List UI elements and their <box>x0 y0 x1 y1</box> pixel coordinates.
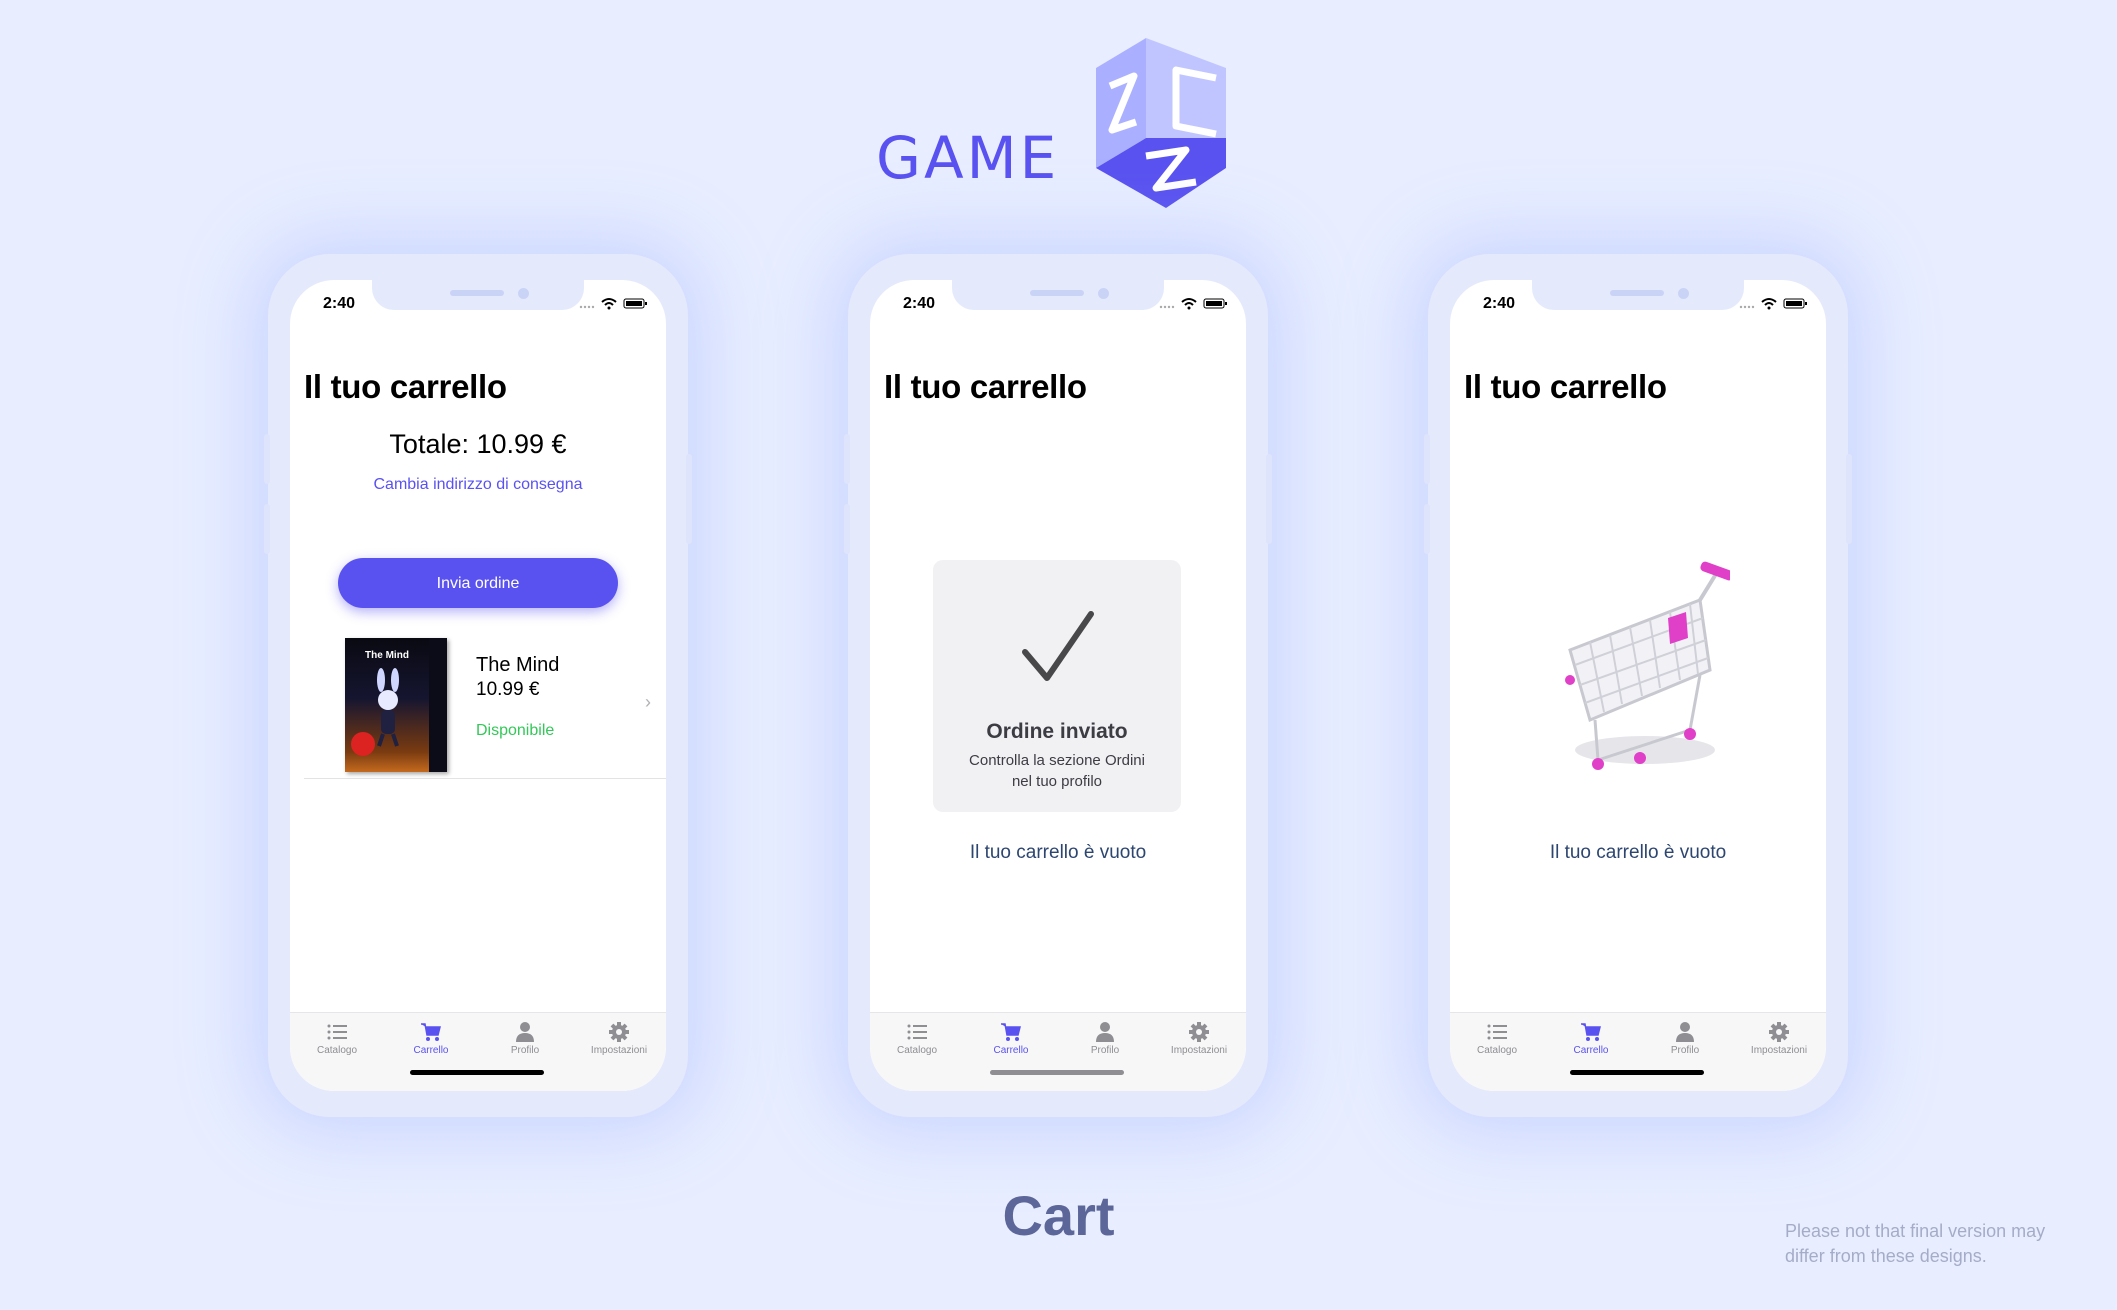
order-sent-card: Ordine inviato Controlla la sezione Ordi… <box>933 560 1181 812</box>
product-image: The Mind <box>345 638 447 772</box>
brand-wordmark: GAME <box>876 124 1060 192</box>
cart-total: Totale: 10.99 € <box>389 429 567 459</box>
tab-carrello[interactable]: Carrello <box>1544 1021 1638 1056</box>
phone-screen: 2:40 Il tuo carrello Totale: 10.99 € Cam… <box>290 280 666 1091</box>
tab-label: Impostazioni <box>1750 1045 1808 1056</box>
list-icon <box>907 1024 927 1040</box>
tab-bar: Catalogo Carrello Profilo Impostazioni <box>1450 1012 1826 1091</box>
tab-impostazioni[interactable]: Impostazioni <box>1152 1021 1246 1056</box>
phone-screen: 2:40 Il tuo carrello Il tuo carrello è v… <box>1450 280 1826 1091</box>
tab-catalogo[interactable]: Catalogo <box>290 1021 384 1056</box>
empty-cart-text: Il tuo carrello è vuoto <box>969 842 1147 863</box>
order-sent-subtitle: Controlla la sezione Ordini nel tuo prof… <box>969 752 1145 790</box>
tab-label: Catalogo <box>1476 1045 1518 1056</box>
tab-label: Carrello <box>413 1045 449 1056</box>
tab-label: Impostazioni <box>590 1045 648 1056</box>
tab-impostazioni[interactable]: Impostazioni <box>572 1021 666 1056</box>
product-price: 10.99 € <box>476 679 540 700</box>
person-icon <box>1676 1022 1694 1042</box>
cart-icon <box>1581 1023 1601 1041</box>
gear-icon <box>1189 1022 1209 1042</box>
phone-cart-with-item: 2:40 Il tuo carrello Totale: 10.99 € Cam… <box>264 254 692 1117</box>
tab-label: Profilo <box>510 1045 540 1056</box>
status-time: 2:40 <box>903 295 936 312</box>
status-icons <box>1159 298 1227 310</box>
cart-item-row[interactable]: The Mind The Mind 10.99 € Disponibile › <box>304 630 666 779</box>
home-indicator <box>1570 1070 1704 1075</box>
gear-icon <box>1769 1022 1789 1042</box>
notch <box>372 280 584 310</box>
cart-icon <box>421 1023 441 1041</box>
checkmark-icon <box>1022 611 1094 681</box>
send-order-button[interactable]: Invia ordine <box>338 558 618 608</box>
brand-logo: GAME <box>876 38 1246 218</box>
tab-impostazioni[interactable]: Impostazioni <box>1732 1021 1826 1056</box>
tab-carrello[interactable]: Carrello <box>964 1021 1058 1056</box>
tab-catalogo[interactable]: Catalogo <box>1450 1021 1544 1056</box>
box-title: The Mind <box>365 650 409 661</box>
tab-label: Catalogo <box>896 1045 938 1056</box>
tab-carrello[interactable]: Carrello <box>384 1021 478 1056</box>
home-indicator <box>990 1070 1124 1075</box>
order-sent-title: Ordine inviato <box>986 720 1128 743</box>
page-title: Il tuo carrello <box>1464 368 1667 405</box>
tab-profilo[interactable]: Profilo <box>1638 1021 1732 1056</box>
tab-label: Impostazioni <box>1170 1045 1228 1056</box>
tab-catalogo[interactable]: Catalogo <box>870 1021 964 1056</box>
status-icons <box>579 298 647 310</box>
page-title: Il tuo carrello <box>304 368 507 405</box>
zen-cube-logo-icon <box>1096 38 1226 208</box>
phone-order-sent: 2:40 Il tuo carrello Ordine inviato Cont… <box>844 254 1272 1117</box>
phone-screen: 2:40 Il tuo carrello Ordine inviato Cont… <box>870 280 1246 1091</box>
gear-icon <box>609 1022 629 1042</box>
status-time: 2:40 <box>323 295 356 312</box>
page-title: Il tuo carrello <box>884 368 1087 405</box>
list-icon <box>327 1024 347 1040</box>
disclaimer-note: Please not that final version may differ… <box>1785 1221 2046 1266</box>
home-indicator <box>410 1070 544 1075</box>
cart-icon <box>1001 1023 1021 1041</box>
person-icon <box>516 1022 534 1042</box>
tab-label: Profilo <box>1090 1045 1120 1056</box>
status-icons <box>1739 298 1807 310</box>
tab-label: Profilo <box>1670 1045 1700 1056</box>
chevron-right-icon: › <box>645 692 651 712</box>
tab-label: Carrello <box>1573 1045 1609 1056</box>
tab-label: Catalogo <box>316 1045 358 1056</box>
product-name: The Mind <box>476 654 560 676</box>
notch <box>1532 280 1744 310</box>
shopping-cart-illustration-icon <box>1565 561 1730 770</box>
notch <box>952 280 1164 310</box>
person-icon <box>1096 1022 1114 1042</box>
tab-profilo[interactable]: Profilo <box>1058 1021 1152 1056</box>
tab-profilo[interactable]: Profilo <box>478 1021 572 1056</box>
change-address-link[interactable]: Cambia indirizzo di consegna <box>290 476 666 494</box>
empty-cart-text: Il tuo carrello è vuoto <box>1549 842 1727 863</box>
list-icon <box>1487 1024 1507 1040</box>
phone-empty-cart: 2:40 Il tuo carrello Il tuo carrello è v… <box>1424 254 1852 1117</box>
tab-bar: Catalogo Carrello Profilo Impostazioni <box>290 1012 666 1091</box>
availability-status: Disponibile <box>476 722 555 739</box>
tab-bar: Catalogo Carrello Profilo Impostazioni <box>870 1012 1246 1091</box>
tab-label: Carrello <box>993 1045 1029 1056</box>
status-time: 2:40 <box>1483 295 1516 312</box>
